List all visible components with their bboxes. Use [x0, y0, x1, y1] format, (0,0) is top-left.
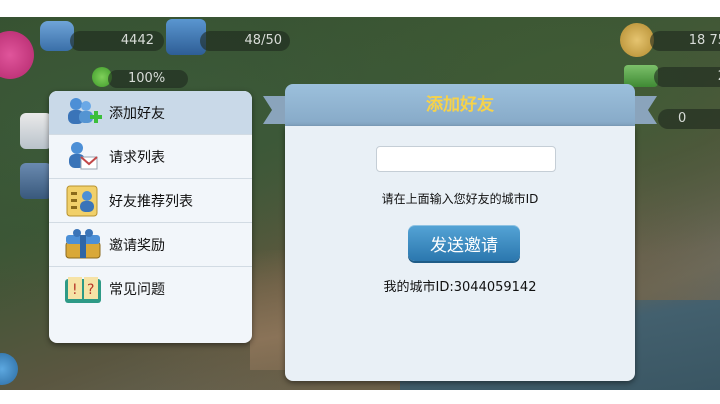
faq-book-icon: ! ?	[63, 271, 103, 307]
chat-bubble-icon[interactable]	[0, 353, 18, 385]
golden-key-value: 0	[678, 111, 687, 126]
happiness-bar: 100%	[108, 70, 188, 88]
send-invite-button[interactable]: 发送邀请	[408, 225, 520, 261]
input-hint-text: 请在上面输入您好友的城市ID	[381, 192, 539, 206]
cash-bar: 2	[654, 67, 720, 87]
my-city-id-text: 我的城市ID:3044059142	[383, 280, 537, 295]
menu-item-invite-reward[interactable]: 邀请奖励	[49, 223, 252, 267]
population-icon	[40, 21, 74, 51]
menu-item-label: 请求列表	[109, 149, 165, 166]
gamepad-icon[interactable]	[20, 163, 52, 199]
menu-item-label: 常见问题	[109, 282, 165, 298]
capacity-value: 48/50	[244, 33, 282, 48]
happiness-value: 100%	[128, 71, 166, 86]
capacity-bar: 48/50	[200, 31, 290, 51]
money-value: 18 75	[688, 33, 720, 48]
dialog-body: 请在上面输入您好友的城市ID 发送邀请 我的城市ID:3044059142	[285, 126, 635, 381]
menu-item-label: 邀请奖励	[109, 237, 165, 254]
menu-item-faq[interactable]: ! ? 常见问题	[49, 267, 252, 311]
friends-menu-panel: 添加好友 请求列表 好友推荐列表 邀请奖励 ! ? 常见问题	[49, 91, 252, 343]
menu-item-label: 好友推荐列表	[109, 193, 193, 210]
recommend-list-icon	[63, 183, 103, 219]
settings-gear-icon[interactable]	[0, 31, 34, 79]
city-id-input[interactable]	[376, 146, 556, 172]
population-value: 4442	[120, 33, 154, 48]
menu-item-label: 添加好友	[109, 105, 165, 122]
calendar-icon[interactable]	[20, 113, 52, 149]
population-bar: 4442	[70, 31, 164, 51]
svg-text:?: ?	[87, 282, 94, 298]
dialog-title: 添加好友	[285, 84, 635, 126]
request-list-icon	[63, 139, 103, 175]
menu-item-request-list[interactable]: 请求列表	[49, 135, 252, 179]
menu-item-add-friend[interactable]: 添加好友	[49, 91, 252, 135]
simoleon-coin-icon[interactable]	[620, 23, 654, 57]
menu-item-recommend-list[interactable]: 好友推荐列表	[49, 179, 252, 223]
money-bar: 18 75	[650, 31, 720, 51]
golden-key-bar: 0	[658, 109, 720, 129]
add-friend-icon	[63, 95, 103, 131]
add-friend-dialog: 添加好友 请在上面输入您好友的城市ID 发送邀请 我的城市ID:30440591…	[263, 84, 657, 381]
svg-text:!: !	[72, 282, 78, 298]
gift-chest-icon	[63, 227, 103, 263]
